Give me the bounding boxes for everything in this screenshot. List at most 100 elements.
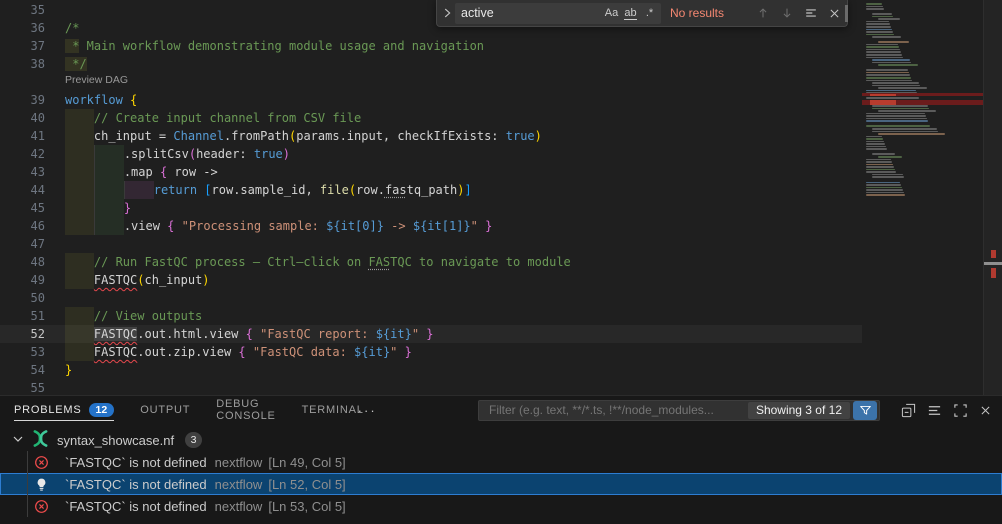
code-line[interactable]: 41 ch_input = Channel.fromPath(params.in… [0,127,1002,145]
maximize-panel-icon[interactable] [953,403,968,418]
code-line[interactable]: 49 FASTQC(ch_input) [0,271,1002,289]
find-input[interactable] [461,6,602,20]
whole-word-icon[interactable]: ab [621,7,640,19]
code-token: header: [196,147,254,161]
code-token: -> [384,219,413,233]
codelens-preview-dag[interactable]: Preview DAG [0,73,1002,91]
line-number[interactable]: 51 [0,307,45,325]
line-number[interactable]: 46 [0,217,45,235]
indent-highlight [65,109,94,127]
line-number[interactable]: 45 [0,199,45,217]
panel-tab-problems[interactable]: PROBLEMS12 [14,396,114,424]
panel-tab-debug-console[interactable]: DEBUG CONSOLE [216,396,275,424]
code-line[interactable]: 39workflow { [0,91,1002,109]
line-number[interactable]: 47 [0,235,45,253]
code-line[interactable]: 52 FASTQC.out.html.view { "FastQC report… [0,325,1002,343]
code-line[interactable]: 43 .map { row -> [0,163,1002,181]
regex-icon[interactable]: .* [640,7,659,19]
code-token: true [506,129,535,143]
code-token: row.sample_id, [212,183,320,197]
filter-funnel-icon[interactable] [853,401,877,420]
panel-tab-terminal[interactable]: TERMINAL [302,396,364,424]
minimap-line [866,171,896,173]
minimap-line [872,16,893,18]
code-line[interactable]: 45 } [0,199,1002,217]
line-number[interactable]: 36 [0,19,45,37]
line-number[interactable]: 52 [0,325,45,343]
code-token: FASTQC [94,327,137,341]
line-number[interactable]: 53 [0,343,45,361]
indent-highlight [65,253,94,271]
code-line[interactable]: 47 [0,235,1002,253]
close-find-widget-icon[interactable] [828,7,841,20]
overview-error-mark [991,250,996,258]
line-number[interactable]: 55 [0,379,45,395]
minimap-line [866,141,884,143]
line-number[interactable]: 44 [0,181,45,199]
line-number[interactable]: 37 [0,37,45,55]
line-number[interactable]: 39 [0,91,45,109]
line-content [45,1,65,19]
close-panel-icon[interactable] [979,404,992,417]
minimap-line [866,161,892,163]
next-match-icon[interactable] [780,6,794,20]
error-icon [34,499,49,514]
problem-row[interactable]: `FASTQC` is not definednextflow[Ln 53, C… [0,495,1002,517]
minimap[interactable] [862,0,983,395]
line-number[interactable]: 49 [0,271,45,289]
line-number[interactable]: 54 [0,361,45,379]
code-line[interactable]: 53 FASTQC.out.zip.view { "FastQC data: $… [0,343,1002,361]
problems-file-row[interactable]: syntax_showcase.nf 3 [0,429,1002,451]
panel-tab-output[interactable]: OUTPUT [140,396,190,424]
collapse-all-icon[interactable] [901,403,916,418]
toggle-replace-chevron-icon[interactable] [439,6,455,20]
code-line[interactable]: 48 // Run FastQC process – Ctrl–click on… [0,253,1002,271]
problem-location: [Ln 52, Col 5] [268,477,345,492]
code-line[interactable]: 46 .view { "Processing sample: ${it[0]} … [0,217,1002,235]
code-token: row -> [167,165,218,179]
line-number[interactable]: 41 [0,127,45,145]
minimap-line [878,156,902,158]
code-token: ) [535,129,542,143]
code-line[interactable]: 50 [0,289,1002,307]
line-number[interactable]: 50 [0,289,45,307]
line-number[interactable]: 38 [0,55,45,73]
code-editor[interactable]: 3536/*37 * Main workflow demonstrating m… [0,0,1002,395]
line-number[interactable]: 35 [0,1,45,19]
problem-row[interactable]: `FASTQC` is not definednextflow[Ln 52, C… [0,473,1002,495]
problem-row[interactable]: `FASTQC` is not definednextflow[Ln 49, C… [0,451,1002,473]
overview-ruler[interactable] [983,0,1002,395]
code-line[interactable]: 54} [0,361,1002,379]
line-content [45,235,65,253]
find-widget-sash[interactable] [845,5,848,22]
line-number[interactable]: 43 [0,163,45,181]
minimap-line [872,82,919,84]
view-as-table-icon[interactable] [927,403,942,418]
line-number[interactable]: 42 [0,145,45,163]
code-line[interactable]: 38 */ [0,55,1002,73]
line-number[interactable]: 48 [0,253,45,271]
match-case-icon[interactable]: Aa [602,7,621,19]
line-content: } [45,361,72,379]
minimap-line [866,77,911,79]
panel-header: PROBLEMS12OUTPUTDEBUG CONSOLETERMINAL ··… [0,396,1002,424]
line-number[interactable]: 40 [0,109,45,127]
minimap-line [878,64,918,66]
code-line[interactable]: 40 // Create input channel from CSV file [0,109,1002,127]
problems-filter-input[interactable] [487,402,748,418]
chevron-down-icon[interactable] [10,431,26,450]
code-line[interactable]: 55 [0,379,1002,395]
code-token: .out.zip.view [137,345,238,359]
code-line[interactable]: 37 * Main workflow demonstrating module … [0,37,1002,55]
previous-match-icon[interactable] [756,6,770,20]
code-line[interactable]: 42 .splitCsv(header: true) [0,145,1002,163]
indent-highlight [65,145,94,163]
minimap-line [866,125,930,127]
minimap-line [866,166,894,168]
code-lines[interactable]: 3536/*37 * Main workflow demonstrating m… [0,1,1002,395]
code-line[interactable]: 51 // View outputs [0,307,1002,325]
find-in-selection-icon[interactable] [804,6,818,20]
code-token: ( [137,273,144,287]
code-token: "Processing sample: [182,219,327,233]
code-line[interactable]: 44 return [row.sample_id, file(row.fastq… [0,181,1002,199]
